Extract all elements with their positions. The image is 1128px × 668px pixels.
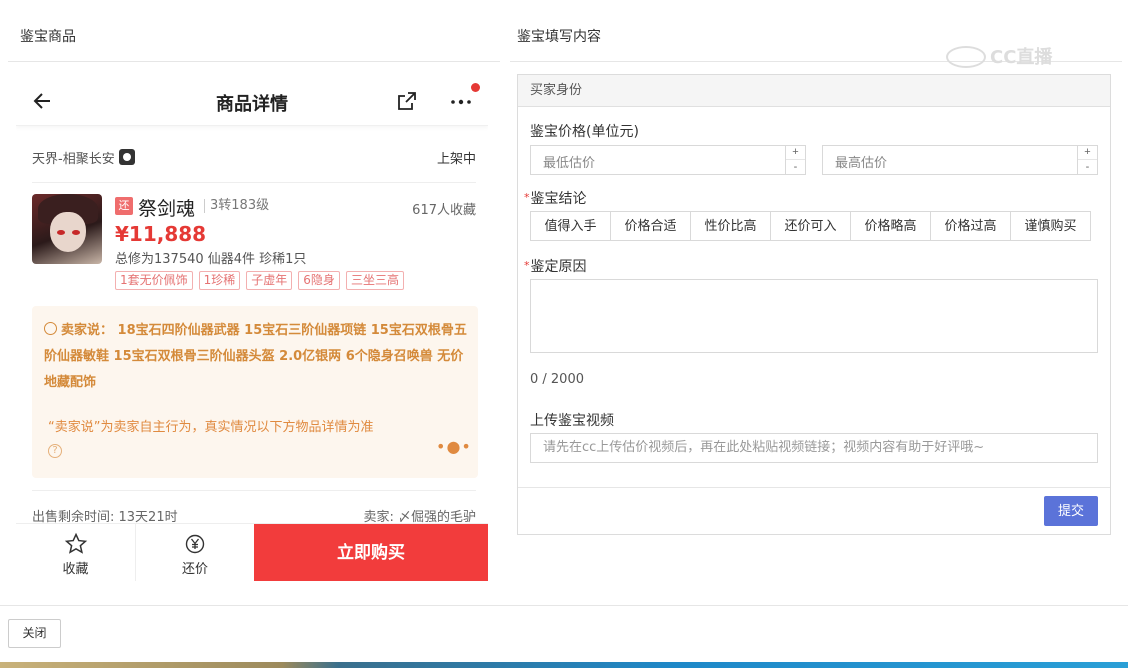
increment-button[interactable]: + xyxy=(786,146,805,160)
more-icon[interactable] xyxy=(448,90,476,112)
divider xyxy=(32,182,476,183)
decrement-button[interactable]: - xyxy=(1078,160,1097,174)
bargain-badge: 还 xyxy=(115,197,133,215)
close-button[interactable]: 关闭 xyxy=(8,619,61,648)
reason-textarea[interactable] xyxy=(530,279,1098,353)
expand-dots-icon[interactable]: •●• xyxy=(436,437,472,456)
verdict-option[interactable]: 性价比高 xyxy=(690,211,771,241)
server-info: 天界-相聚长安 xyxy=(32,148,135,167)
verdict-option[interactable]: 还价可入 xyxy=(770,211,851,241)
listing-status: 上架中 xyxy=(436,152,476,167)
character-count: 0 / 2000 xyxy=(530,372,584,387)
server-name: 天界-相聚长安 xyxy=(32,152,115,167)
video-label: 上传鉴宝视频 xyxy=(530,413,614,429)
verdict-option[interactable]: 价格合适 xyxy=(610,211,691,241)
max-price-stepper: + - xyxy=(1077,146,1097,174)
seller-says-box: 卖家说： 18宝石四阶仙器武器 15宝石三阶仙器项链 15宝石双根骨五阶仙器敏鞋… xyxy=(32,306,478,478)
tag: 子虚年 xyxy=(246,271,293,290)
divider xyxy=(32,490,476,491)
appraisal-form: 买家身份 鉴宝价格(单位元) 最低估价 + - 最高估价 + - *鉴宝结论 值… xyxy=(517,74,1111,535)
bargain-label: 还价 xyxy=(181,562,208,577)
min-price-input[interactable]: 最低估价 + - xyxy=(530,145,806,175)
increment-button[interactable]: + xyxy=(1078,146,1097,160)
tag-list: 1套无价佩饰 1珍稀 子虚年 6隐身 三坐三高 xyxy=(115,271,404,290)
conclusion-label-text: 鉴宝结论 xyxy=(530,191,587,207)
smile-icon xyxy=(44,322,57,335)
character-stats: 总修为137540 仙器4件 珍稀1只 xyxy=(115,252,307,267)
product-detail-panel: 商品详情 天界-相聚长安 上架中 还 祭剑魂 3转183级 617人收藏 ¥11… xyxy=(16,76,488,581)
divider xyxy=(0,605,1128,606)
verdict-option[interactable]: 价格过高 xyxy=(930,211,1011,241)
reason-label-text: 鉴定原因 xyxy=(530,259,587,275)
avatar xyxy=(32,194,102,264)
reason-label: *鉴定原因 xyxy=(524,256,587,276)
verdict-option[interactable]: 价格略高 xyxy=(850,211,931,241)
submit-button[interactable]: 提交 xyxy=(1044,496,1098,526)
conclusion-label: *鉴宝结论 xyxy=(524,188,587,208)
tag: 6隐身 xyxy=(298,271,340,290)
max-price-placeholder: 最高估价 xyxy=(835,156,888,171)
min-price-stepper: + - xyxy=(785,146,805,174)
help-icon[interactable]: ? xyxy=(48,444,62,458)
verdict-options: 值得入手 价格合适 性价比高 还价可入 价格略高 价格过高 谨慎购买 xyxy=(530,211,1091,241)
share-icon[interactable] xyxy=(396,90,418,112)
verdict-option[interactable]: 谨慎购买 xyxy=(1010,211,1091,241)
watermark: CC直播 xyxy=(946,43,1052,69)
bargain-button[interactable]: 还价 xyxy=(136,524,254,581)
divider xyxy=(518,487,1110,488)
section-title: 买家身份 xyxy=(518,75,1110,107)
tag: 1珍稀 xyxy=(198,271,241,290)
notification-dot xyxy=(471,83,480,92)
character-name: 祭剑魂 xyxy=(138,198,196,220)
disclaimer: “卖家说”为卖家自主行为，真实情况以下方物品详情为准 xyxy=(48,420,374,435)
favorite-button[interactable]: 收藏 xyxy=(16,524,136,581)
yen-icon xyxy=(185,534,205,554)
star-icon xyxy=(64,532,87,554)
required-mark: * xyxy=(524,259,530,272)
background-strip xyxy=(0,662,1128,668)
verdict-option[interactable]: 值得入手 xyxy=(530,211,611,241)
favorite-count: 617人收藏 xyxy=(412,203,476,218)
appraisal-dialog: 鉴宝商品 商品详情 天界-相聚长安 上架中 还 祭剑魂 3转183级 617人收… xyxy=(0,0,1128,668)
right-section-header: 鉴宝填写内容 xyxy=(517,29,601,45)
eye-logo-icon xyxy=(946,46,986,68)
apple-icon xyxy=(118,149,135,165)
decrement-button[interactable]: - xyxy=(786,160,805,174)
seller-says-text: 卖家说： 18宝石四阶仙器武器 15宝石三阶仙器项链 15宝石双根骨五阶仙器敏鞋… xyxy=(44,318,468,396)
divider xyxy=(8,61,500,62)
required-mark: * xyxy=(524,191,530,204)
tag: 1套无价佩饰 xyxy=(115,271,193,290)
tag: 三坐三高 xyxy=(345,271,404,290)
price-label: 鉴宝价格(单位元) xyxy=(530,124,639,140)
min-price-placeholder: 最低估价 xyxy=(543,156,596,171)
favorite-label: 收藏 xyxy=(62,562,89,577)
max-price-input[interactable]: 最高估价 + - xyxy=(822,145,1098,175)
video-link-input[interactable]: 请先在cc上传估价视频后，再在此处粘贴视频链接；视频内容有助于好评哦~ xyxy=(530,433,1098,463)
top-bar: 商品详情 xyxy=(16,76,488,126)
left-section-header: 鉴宝商品 xyxy=(20,29,76,45)
price: ¥11,888 xyxy=(115,222,207,246)
character-level: 3转183级 xyxy=(204,199,269,213)
bottom-action-bar: 收藏 还价 立即购买 xyxy=(16,523,488,581)
seller-says-content: 卖家说： 18宝石四阶仙器武器 15宝石三阶仙器项链 15宝石双根骨五阶仙器敏鞋… xyxy=(44,323,467,390)
buy-now-button[interactable]: 立即购买 xyxy=(254,524,488,581)
